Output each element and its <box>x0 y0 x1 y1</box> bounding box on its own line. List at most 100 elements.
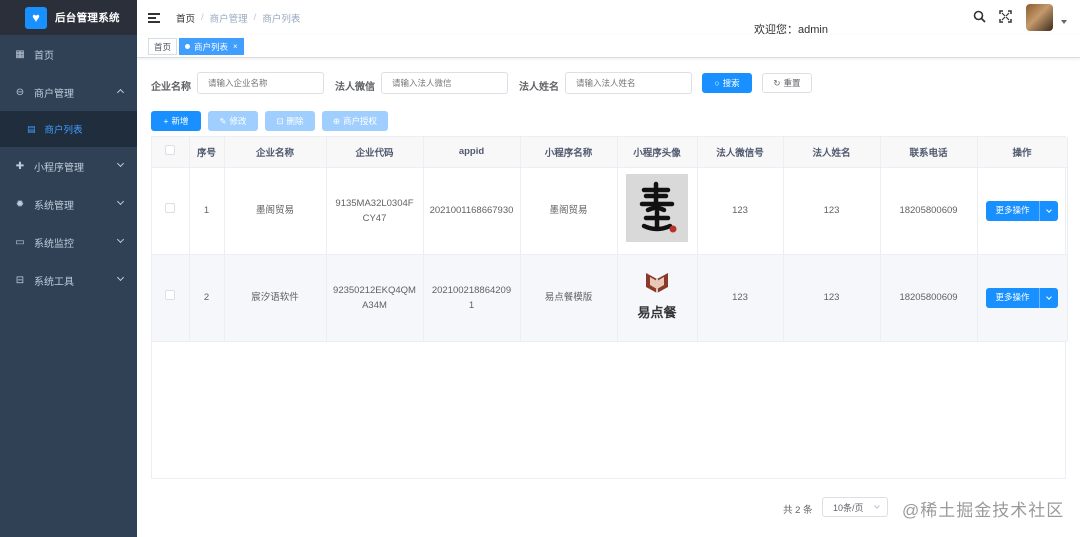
tag-label: 商户列表 <box>194 41 229 52</box>
miniapp-avatar-image: 易点餐 <box>626 261 688 329</box>
edit-icon: ✎ <box>219 115 227 126</box>
company-cell: 宸汐语软件 <box>224 254 327 342</box>
row-select-cell[interactable] <box>152 167 190 255</box>
hamburger-icon[interactable] <box>148 12 160 23</box>
more-actions-button[interactable]: 更多操作 <box>986 287 1058 308</box>
caret-down-icon[interactable] <box>1061 20 1067 24</box>
page-size-select[interactable]: 10条/页 <box>822 497 888 517</box>
sidebar-item-label: 商户列表 <box>44 125 83 136</box>
tag-merchant-list[interactable]: 商户列表 × <box>179 38 244 55</box>
more-actions-label[interactable]: 更多操作 <box>986 200 1039 221</box>
column-header: 法人微信号 <box>697 137 784 168</box>
code-cell: 92350212EKQ4QMA34M <box>326 254 424 342</box>
breadcrumb-item[interactable]: 首页 <box>176 11 195 25</box>
add-button[interactable]: + 新增 <box>151 111 201 131</box>
authorize-icon: ⊕ <box>332 115 341 126</box>
legal-wechat-label: 法人微信 <box>335 82 375 93</box>
merchant-table: 序号 企业名称 企业代码 appid 小程序名称 小程序头像 法人微信号 法人姓… <box>151 136 1068 479</box>
appid-cell: 2021002188642091 <box>423 254 521 342</box>
more-actions-label[interactable]: 更多操作 <box>986 287 1039 308</box>
sidebar-item-system[interactable]: ✹ 系统管理 <box>0 185 137 223</box>
tags-view: 首页 商户列表 × <box>137 35 1080 58</box>
table-row: 1 墨阁贸易 9135MA32L0304FCY47 20210011686679… <box>152 167 1068 255</box>
action-cell: 更多操作 <box>977 254 1068 342</box>
company-name-input[interactable] <box>197 72 324 94</box>
sidebar-item-monitor[interactable]: ▭ 系统监控 <box>0 223 137 261</box>
legal-name-input[interactable] <box>565 72 692 94</box>
sidebar-item-label: 小程序管理 <box>34 162 84 174</box>
row-select-cell[interactable] <box>152 254 190 342</box>
miniapp-avatar-image <box>626 174 688 242</box>
miniapp-name-cell: 易点餐模版 <box>520 254 618 342</box>
breadcrumb-separator: / <box>253 12 257 23</box>
sidebar-item-home[interactable]: ▦ 首页 <box>0 35 137 73</box>
fullscreen-icon[interactable] <box>999 10 1012 26</box>
sidebar-item-miniapp[interactable]: ✚ 小程序管理 <box>0 147 137 185</box>
sidebar-item-merchant[interactable]: ⊖ 商户管理 <box>0 73 137 111</box>
active-dot-icon <box>185 44 190 49</box>
column-header: 小程序头像 <box>617 137 698 168</box>
sidebar: ♥ 后台管理系统 ▦ 首页 ⊖ 商户管理 ▤ 商户列表 ✚ 小程序管理 ✹ 系统… <box>0 0 137 537</box>
table-header-row: 序号 企业名称 企业代码 appid 小程序名称 小程序头像 法人微信号 法人姓… <box>152 137 1068 168</box>
logo-bar[interactable]: ♥ 后台管理系统 <box>0 0 137 35</box>
sidebar-item-merchant-list[interactable]: ▤ 商户列表 <box>0 111 137 147</box>
code-cell: 9135MA32L0304FCY47 <box>326 167 424 255</box>
sidebar-item-label: 系统管理 <box>34 200 74 212</box>
column-header: 小程序名称 <box>520 137 618 168</box>
edit-button[interactable]: ✎ 修改 <box>208 111 258 131</box>
edit-button-label: 修改 <box>229 116 247 126</box>
column-header: 序号 <box>189 137 225 168</box>
legal-name-cell: 123 <box>783 254 881 342</box>
pagination-total: 共 2 条 <box>783 505 813 516</box>
tag-label: 首页 <box>154 41 172 52</box>
chevron-down-icon <box>116 159 125 168</box>
authorize-button-label: 商户授权 <box>343 116 378 126</box>
breadcrumb-item[interactable]: 商户管理 <box>210 11 248 25</box>
select-all-checkbox[interactable] <box>165 145 176 156</box>
avatar[interactable] <box>1026 4 1053 31</box>
company-name-label: 企业名称 <box>151 82 191 93</box>
wechat-cell: 123 <box>697 167 784 255</box>
breadcrumb-item: 商户列表 <box>262 13 301 25</box>
page-size-value: 10条/页 <box>833 502 864 513</box>
chevron-up-icon <box>116 88 125 97</box>
search-button[interactable]: ○ 搜索 <box>702 73 752 93</box>
heart-logo-icon: ♥ <box>25 6 47 29</box>
select-all-header[interactable] <box>152 137 190 168</box>
company-cell: 墨阁贸易 <box>224 167 327 255</box>
reset-button-label: 重置 <box>783 78 801 88</box>
breadcrumb: 首页 / 商户管理 / 商户列表 <box>176 11 300 25</box>
reset-button[interactable]: ↻ 重置 <box>762 73 812 93</box>
chevron-down-icon <box>116 273 125 282</box>
monitor-icon: ▭ <box>15 236 25 248</box>
phone-cell: 18205800609 <box>880 254 978 342</box>
search-button-label: 搜索 <box>722 78 740 88</box>
dashboard-icon: ▦ <box>15 48 25 60</box>
table-row: 2 宸汐语软件 92350212EKQ4QMA34M 2021002188642… <box>152 254 1068 342</box>
column-header: appid <box>423 137 521 168</box>
sidebar-item-tools[interactable]: ⊟ 系统工具 <box>0 261 137 299</box>
column-header: 联系电话 <box>880 137 978 168</box>
search-icon[interactable] <box>973 10 986 26</box>
legal-wechat-input[interactable] <box>381 72 508 94</box>
delete-button[interactable]: ⊡ 删除 <box>265 111 315 131</box>
row-checkbox[interactable] <box>165 203 176 213</box>
phone-cell: 18205800609 <box>880 167 978 255</box>
sidebar-item-label: 首页 <box>34 50 54 62</box>
close-icon[interactable]: × <box>233 42 238 51</box>
chevron-down-icon <box>116 197 125 206</box>
tag-home[interactable]: 首页 <box>148 38 178 55</box>
column-header: 操作 <box>977 137 1068 168</box>
index-cell: 2 <box>189 254 225 342</box>
list-icon: ▤ <box>27 123 36 134</box>
miniapp-logo-text: 易点餐 <box>637 305 677 321</box>
more-actions-button[interactable]: 更多操作 <box>986 200 1058 221</box>
app-title: 后台管理系统 <box>55 12 120 24</box>
row-checkbox[interactable] <box>165 290 176 300</box>
toolbox-icon: ⊟ <box>15 274 25 286</box>
sidebar-item-label: 系统监控 <box>34 238 74 250</box>
chevron-down-icon[interactable] <box>1038 200 1058 221</box>
chevron-down-icon[interactable] <box>1038 287 1058 308</box>
authorize-button[interactable]: ⊕ 商户授权 <box>322 111 388 131</box>
legal-name-cell: 123 <box>783 167 881 255</box>
